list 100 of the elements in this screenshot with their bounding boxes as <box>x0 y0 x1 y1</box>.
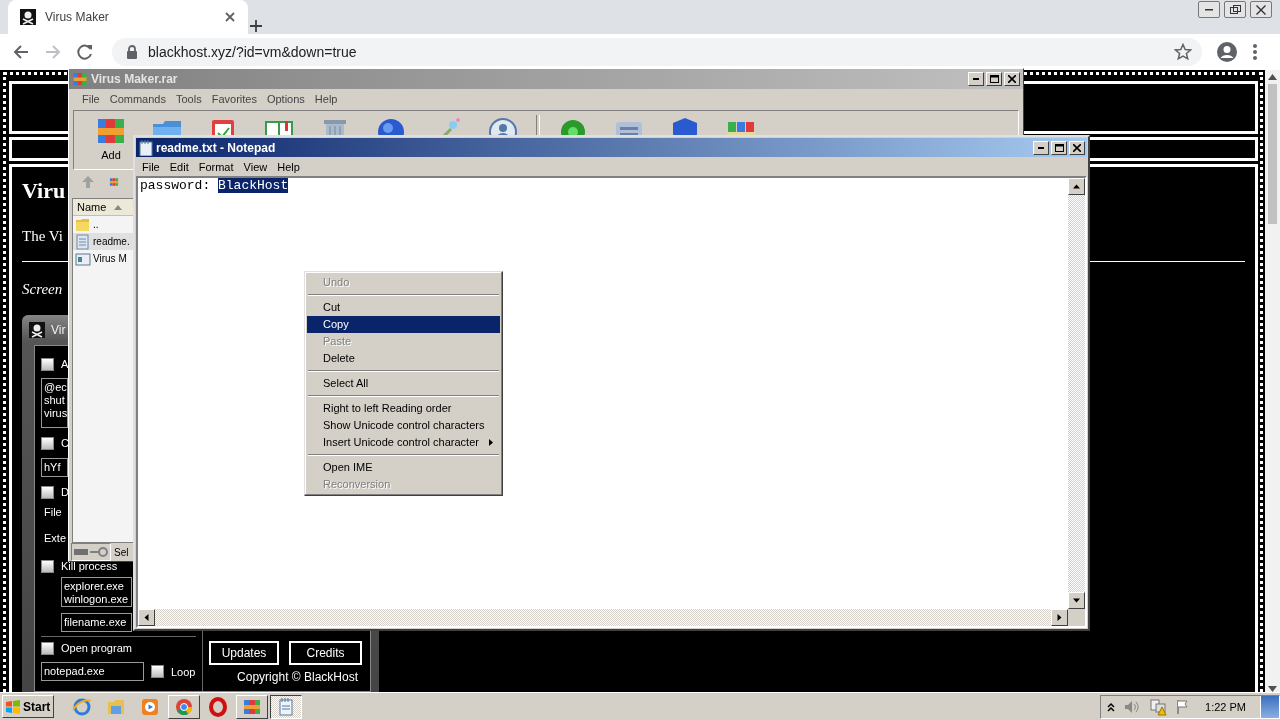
scrollbar[interactable] <box>1265 70 1280 692</box>
menu-item[interactable]: Tools <box>171 92 207 105</box>
menu-item[interactable]: Cut <box>307 299 500 316</box>
minimize-icon <box>1038 146 1044 149</box>
menu-item[interactable]: Select All <box>307 375 500 392</box>
status-text: Sel <box>114 546 129 558</box>
account-icon[interactable] <box>1216 41 1238 63</box>
window-title: readme.txt - Notepad <box>156 140 276 155</box>
show-desktop-button[interactable] <box>1260 695 1279 718</box>
menu-item[interactable]: Copy <box>307 316 500 333</box>
restore-button[interactable] <box>1224 1 1246 18</box>
skull-icon <box>29 322 45 338</box>
scrollbar-corner <box>1068 609 1085 626</box>
windows-flag-icon <box>5 698 21 715</box>
drive-icon <box>74 548 88 556</box>
minimize-icon <box>1205 8 1213 11</box>
clock: 1:22 PM <box>1205 700 1246 713</box>
text-area[interactable]: @ec shut virus <box>41 378 68 428</box>
play-icon[interactable] <box>140 696 160 717</box>
option-label: C <box>61 437 69 449</box>
scroll-left-button[interactable] <box>138 609 155 626</box>
text-area[interactable]: explorer.exe winlogon.exe <box>61 577 132 607</box>
intro-text: The Vi <box>22 227 63 246</box>
scroll-up-button[interactable] <box>1068 178 1085 195</box>
option-label: Open program <box>61 642 132 654</box>
checkbox[interactable] <box>41 436 54 450</box>
menu-item[interactable]: Insert Unicode control character <box>307 434 500 451</box>
down-arrow-icon[interactable] <box>1268 686 1277 692</box>
start-button[interactable]: Start <box>2 695 54 718</box>
checkbox[interactable] <box>41 559 54 573</box>
menu-item[interactable]: Commands <box>104 92 171 105</box>
books-icon <box>72 71 88 87</box>
back-icon[interactable] <box>12 43 30 61</box>
document-icon <box>75 233 91 250</box>
scroll-thumb[interactable] <box>1268 84 1277 224</box>
scroll-right-button[interactable] <box>1051 609 1068 626</box>
menu-item[interactable]: Right to left Reading order <box>307 400 500 417</box>
maximize-icon <box>1054 143 1064 152</box>
menu-item[interactable]: File <box>137 160 165 173</box>
file-row[interactable]: Virus M <box>73 250 133 267</box>
scroll-down-button[interactable] <box>1068 592 1085 609</box>
close-icon <box>1256 4 1266 15</box>
chevron-up-icon[interactable] <box>1107 701 1116 712</box>
color-wheel-icon[interactable] <box>174 696 194 717</box>
menu-icon[interactable] <box>1252 43 1258 61</box>
checkbox[interactable] <box>41 485 54 499</box>
menu-item[interactable]: Help <box>309 92 343 105</box>
tool-label: Add <box>101 149 121 161</box>
menu-item[interactable]: Delete <box>307 350 500 367</box>
column-header[interactable]: Name <box>73 199 133 216</box>
field-label: File <box>43 505 62 520</box>
file-row[interactable]: readme. <box>73 233 133 250</box>
menu-item[interactable]: File <box>77 92 105 105</box>
horizontal-scrollbar[interactable] <box>138 609 1068 626</box>
restore-icon <box>1229 5 1241 14</box>
plus-icon[interactable] <box>248 18 264 34</box>
checkbox[interactable] <box>41 357 54 371</box>
page-heading: Viru <box>22 177 66 205</box>
close-icon <box>1073 143 1081 152</box>
field-label: Exte <box>43 531 66 546</box>
option-label: A <box>61 358 69 370</box>
address-bar[interactable]: blackhost.xyz/?id=vm&down=true <box>112 38 1202 66</box>
browser-tab[interactable]: Virus Maker <box>8 0 248 34</box>
arrow-icon <box>1073 183 1080 190</box>
menu-item[interactable]: Open IME <box>307 459 500 476</box>
globe-icon[interactable] <box>72 696 92 717</box>
network-warning-icon[interactable] <box>1149 697 1168 716</box>
maximize-button[interactable] <box>1051 140 1067 155</box>
up-arrow-icon[interactable] <box>1268 74 1277 80</box>
file-row[interactable]: .. <box>73 216 133 233</box>
maximize-button[interactable] <box>986 72 1002 86</box>
menu-item[interactable]: Help <box>272 160 305 173</box>
close-button[interactable] <box>1250 1 1272 18</box>
menu-item[interactable]: Favorites <box>206 92 262 105</box>
checkbox[interactable] <box>151 665 164 678</box>
menu-item[interactable]: View <box>238 160 273 173</box>
reload-icon[interactable] <box>76 43 94 61</box>
app-button[interactable]: Credits <box>289 641 362 665</box>
checkbox[interactable] <box>41 641 54 655</box>
lock-icon <box>126 45 138 59</box>
arrow-icon <box>1056 614 1063 621</box>
copyright-text: Copyright © BlackHost <box>236 669 359 685</box>
app-button[interactable]: Updates <box>209 641 279 665</box>
vertical-scrollbar[interactable] <box>1068 178 1085 609</box>
arrow-icon <box>1073 597 1080 604</box>
star-icon[interactable] <box>1174 43 1192 61</box>
ring-icon[interactable] <box>208 696 228 717</box>
option-label: D <box>61 486 69 498</box>
tab-title: Virus Maker <box>45 10 110 24</box>
skull-icon <box>20 9 36 25</box>
text-field[interactable]: notepad.exe <box>41 662 144 681</box>
menu-item[interactable]: Edit <box>164 160 194 173</box>
text-field[interactable]: hYf <box>41 458 68 477</box>
menu-item[interactable]: Options <box>261 92 310 105</box>
menu-item[interactable]: Format <box>193 160 239 173</box>
folder-icon <box>75 216 91 233</box>
taskbar-button[interactable] <box>270 694 302 719</box>
url-text: blackhost.xyz/?id=vm&down=true <box>148 44 358 60</box>
menu-item[interactable]: Show Unicode control characters <box>307 417 500 434</box>
text-field[interactable]: filename.exe <box>61 613 132 632</box>
